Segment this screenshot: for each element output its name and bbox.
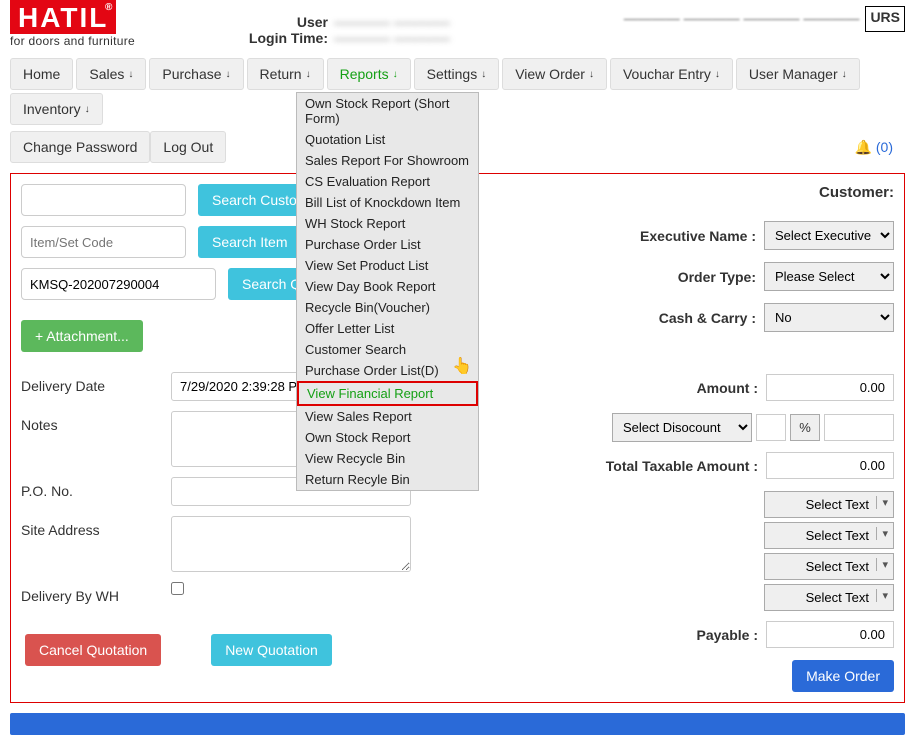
notifications[interactable]: 🔔 (0) (854, 139, 905, 156)
chevron-down-icon: ↓ (393, 69, 398, 80)
discount-result-input[interactable] (824, 414, 894, 441)
nav-settings[interactable]: Settings↓ (414, 58, 500, 90)
executive-name-label: Executive Name : (599, 228, 764, 244)
amount-input[interactable] (766, 374, 894, 401)
cash-carry-select[interactable]: No (764, 303, 894, 332)
percent-label: % (790, 414, 820, 441)
bell-icon: 🔔 (854, 139, 871, 156)
site-address-textarea[interactable] (171, 516, 411, 572)
chevron-down-icon: ↓ (85, 104, 90, 115)
chevron-down-icon: ↓ (715, 69, 720, 80)
dropdown-item-wh-stock-report[interactable]: WH Stock Report (297, 213, 478, 234)
dropdown-item-view-recycle-bin[interactable]: View Recycle Bin (297, 448, 478, 469)
cancel-quotation-button[interactable]: Cancel Quotation (25, 634, 161, 666)
dropdown-item-sales-report-for-showroom[interactable]: Sales Report For Showroom (297, 150, 478, 171)
tax-select-2[interactable]: Select Text (764, 522, 894, 549)
new-quotation-button[interactable]: New Quotation (211, 634, 332, 666)
taxable-amount-input[interactable] (766, 452, 894, 479)
nav-voucher[interactable]: Vouchar Entry↓ (610, 58, 733, 90)
delivery-wh-label: Delivery By WH (21, 582, 171, 604)
payable-label: Payable : (599, 627, 766, 643)
dropdown-item-offer-letter-list[interactable]: Offer Letter List (297, 318, 478, 339)
dropdown-item-quotation-list[interactable]: Quotation List (297, 129, 478, 150)
user-label: User (238, 14, 328, 30)
attachment-button[interactable]: + Attachment... (21, 320, 143, 352)
make-order-button[interactable]: Make Order (792, 660, 894, 692)
order-type-select[interactable]: Please Select (764, 262, 894, 291)
logo: HATIL for doors and furniture (10, 0, 158, 48)
executive-name-select[interactable]: Select Executive (764, 221, 894, 250)
chevron-down-icon: ↓ (481, 69, 486, 80)
tax-select-3[interactable]: Select Text (764, 553, 894, 580)
cash-carry-label: Cash & Carry : (599, 310, 764, 326)
dropdown-item-recycle-bin-voucher-[interactable]: Recycle Bin(Voucher) (297, 297, 478, 318)
payable-input[interactable] (766, 621, 894, 648)
dropdown-item-purchase-order-list[interactable]: Purchase Order List (297, 234, 478, 255)
login-time-value: ———— ———— (334, 30, 450, 46)
nav-return[interactable]: Return↓ (247, 58, 324, 90)
chevron-down-icon: ↓ (128, 69, 133, 80)
dropdown-item-return-recyle-bin[interactable]: Return Recyle Bin (297, 469, 478, 490)
taxable-amount-label: Total Taxable Amount : (599, 458, 766, 474)
nav-change-password[interactable]: Change Password (10, 131, 150, 163)
notes-label: Notes (21, 411, 171, 433)
tax-select-1[interactable]: Select Text (764, 491, 894, 518)
logo-brand: HATIL (10, 0, 116, 34)
dropdown-item-view-financial-report[interactable]: View Financial Report (297, 381, 478, 406)
nav-logout[interactable]: Log Out (150, 131, 226, 163)
delivery-date-label: Delivery Date (21, 372, 171, 394)
order-type-label: Order Type: (599, 269, 764, 285)
login-time-label: Login Time: (238, 30, 328, 46)
chevron-down-icon: ↓ (842, 69, 847, 80)
search-quotation-input[interactable] (21, 268, 216, 300)
discount-select[interactable]: Select Disocount (612, 413, 752, 442)
search-item-button[interactable]: Search Item (198, 226, 301, 258)
urs-badge: URS (865, 6, 905, 32)
logo-tagline: for doors and furniture (10, 34, 158, 48)
nav-sales[interactable]: Sales↓ (76, 58, 146, 90)
dropdown-item-view-sales-report[interactable]: View Sales Report (297, 406, 478, 427)
dropdown-item-purchase-order-list-d-[interactable]: Purchase Order List(D) (297, 360, 478, 381)
dropdown-item-own-stock-report-short-form-[interactable]: Own Stock Report (Short Form) (297, 93, 478, 129)
nav-user-manager[interactable]: User Manager↓ (736, 58, 860, 90)
chevron-down-icon: ↓ (589, 69, 594, 80)
user-value: ———— ———— (334, 14, 450, 30)
tax-select-4[interactable]: Select Text (764, 584, 894, 611)
site-address-label: Site Address (21, 516, 171, 538)
nav-purchase[interactable]: Purchase↓ (149, 58, 243, 90)
notif-count: (0) (876, 139, 893, 155)
customer-title: Customer: (599, 184, 894, 201)
dropdown-item-bill-list-of-knockdown-item[interactable]: Bill List of Knockdown Item (297, 192, 478, 213)
navbar: Home Sales↓ Purchase↓ Return↓ Reports↓ S… (0, 58, 915, 163)
nav-view-order[interactable]: View Order↓ (502, 58, 607, 90)
delivery-wh-checkbox[interactable] (171, 582, 184, 595)
search-customer-input[interactable] (21, 184, 186, 216)
chevron-down-icon: ↓ (306, 69, 311, 80)
nav-home[interactable]: Home (10, 58, 73, 90)
dropdown-item-own-stock-report[interactable]: Own Stock Report (297, 427, 478, 448)
dropdown-item-cs-evaluation-report[interactable]: CS Evaluation Report (297, 171, 478, 192)
user-info: User ———— ———— Login Time: ———— ———— (238, 14, 450, 46)
header-script: ———— ———— ———— ———— (624, 10, 860, 26)
discount-amount-input[interactable] (756, 414, 786, 441)
nav-inventory[interactable]: Inventory↓ (10, 93, 103, 125)
dropdown-item-view-day-book-report[interactable]: View Day Book Report (297, 276, 478, 297)
chevron-down-icon: ↓ (226, 69, 231, 80)
item-set-code-input[interactable] (21, 226, 186, 258)
po-no-label: P.O. No. (21, 477, 171, 499)
nav-reports[interactable]: Reports↓ (327, 58, 411, 90)
amount-label: Amount : (599, 380, 766, 396)
dropdown-item-view-set-product-list[interactable]: View Set Product List (297, 255, 478, 276)
reports-dropdown: Own Stock Report (Short Form)Quotation L… (296, 92, 479, 491)
dropdown-item-customer-search[interactable]: Customer Search (297, 339, 478, 360)
footer-bar (10, 713, 905, 735)
